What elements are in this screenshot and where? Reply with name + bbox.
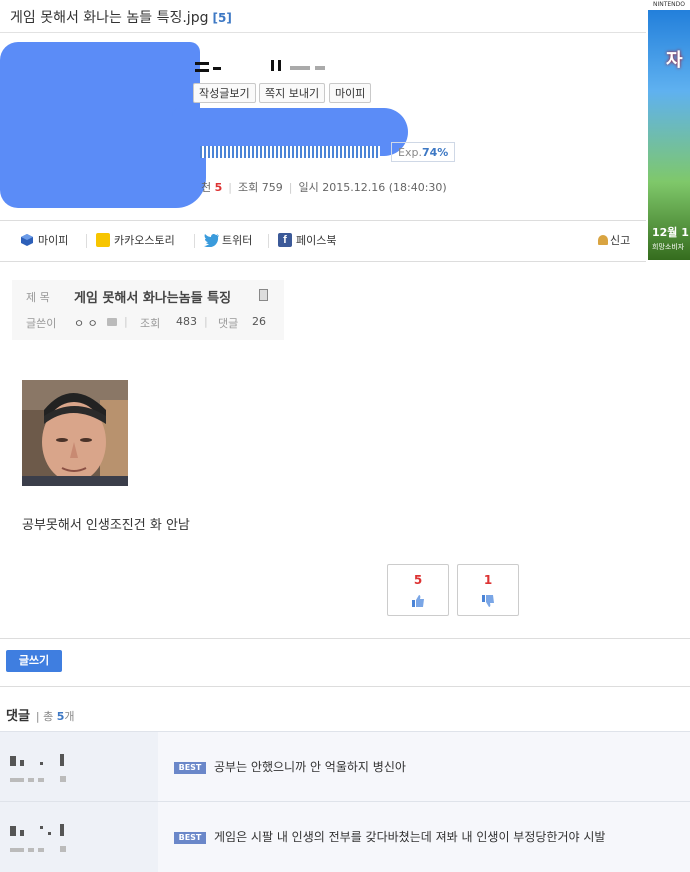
post-title: 게임 못해서 화나는 놈들 특징.jpg — [10, 10, 209, 26]
divider — [0, 638, 690, 639]
info-author-label: 글쓴이 — [26, 317, 57, 330]
ad-banner[interactable]: NINTENDO 자 12월 1 희망소비자 — [648, 0, 690, 260]
info-views-value: 483 — [176, 315, 197, 328]
facebook-icon: f — [278, 233, 292, 247]
masked-nickname — [315, 66, 325, 70]
masked-nickname — [278, 60, 281, 71]
comment-text: 게임은 시팔 내 인생의 전부를 갖다바쳤는데 져봐 내 인생이 부정당한거야 … — [214, 830, 606, 844]
share-divider — [268, 234, 269, 248]
document-icon — [259, 289, 268, 301]
send-message-button[interactable]: 쪽지 보내기 — [259, 83, 326, 103]
share-bar: 마이피 카카오스토리 트위터 f 페이스북 신고 — [0, 220, 646, 262]
kakaostory-icon — [96, 233, 110, 247]
comment-author[interactable] — [0, 802, 158, 872]
exp-progress-bar — [200, 146, 380, 158]
masked-nickname — [213, 67, 221, 70]
share-twitter[interactable]: 트위터 — [204, 232, 252, 248]
comment-body: BEST 게임은 시팔 내 인생의 전부를 갖다바쳤는데 져봐 내 인생이 부정… — [158, 802, 690, 872]
best-badge: BEST — [174, 762, 206, 774]
best-badge: BEST — [174, 832, 206, 844]
ad-sub: 희망소비자 — [652, 243, 685, 251]
downvote-count: 1 — [483, 573, 493, 587]
post-title-bar: 게임 못해서 화나는 놈들 특징.jpg [5] — [0, 0, 646, 33]
report-button[interactable]: 신고 — [598, 232, 630, 248]
upvote-count: 5 — [413, 573, 423, 587]
comment-author[interactable] — [0, 732, 158, 802]
masked-nickname — [290, 66, 310, 70]
comment-body: BEST 공부는 안했으니까 안 억울하지 병신아 — [158, 732, 690, 802]
post-info-box: 제 목 게임 못해서 화나는놈들 특징 글쓴이 ㅇ ㅇ | 조회 483 | 댓… — [12, 280, 284, 340]
info-divider: | — [204, 315, 208, 328]
divider — [0, 686, 690, 687]
comment-row: BEST 공부는 안했으니까 안 억울하지 병신아 — [0, 731, 690, 802]
info-comments-label: 댓글 — [218, 317, 239, 330]
ad-date: 12월 1 — [652, 226, 689, 239]
post-image — [22, 380, 128, 486]
info-title-value: 게임 못해서 화나는놈들 특징 — [74, 291, 232, 306]
masked-nickname — [271, 60, 274, 71]
info-title-label: 제 목 — [26, 291, 50, 304]
downvote-button[interactable]: 1 — [457, 564, 519, 616]
info-divider: | — [124, 315, 128, 328]
info-comments-value: 26 — [252, 315, 266, 328]
info-views-label: 조회 — [140, 317, 161, 330]
share-facebook[interactable]: f 페이스북 — [278, 232, 336, 248]
redaction-blob — [150, 140, 206, 208]
share-divider — [86, 234, 87, 248]
masked-nickname — [195, 69, 209, 72]
comment-row: BEST 게임은 시팔 내 인생의 전부를 갖다바쳤는데 져봐 내 인생이 부정… — [0, 801, 690, 872]
share-divider — [194, 234, 195, 248]
share-mypi[interactable]: 마이피 — [20, 232, 68, 248]
info-author-value[interactable]: ㅇ ㅇ — [74, 315, 98, 331]
bell-icon — [598, 235, 608, 245]
upvote-button[interactable]: 5 — [387, 564, 449, 616]
thumbs-up-icon — [411, 593, 425, 607]
masked-nickname — [195, 62, 209, 65]
title-comment-count[interactable]: [5] — [212, 11, 231, 25]
page-title: 게임 못해서 화나는 놈들 특징.jpg [5] — [10, 7, 232, 27]
comment-text: 공부는 안했으니까 안 억울하지 병신아 — [214, 760, 406, 774]
ad-brand: NINTENDO — [648, 0, 690, 10]
author-stats: 천 5 | 조회 759 | 일시 2015.12.16 (18:40:30) — [201, 181, 447, 194]
write-post-button[interactable]: 글쓰기 — [6, 650, 62, 672]
user-tag-icon — [107, 318, 117, 326]
mypi-cube-icon — [20, 233, 34, 247]
share-kakaostory[interactable]: 카카오스토리 — [96, 232, 175, 248]
ad-headline: 자 — [666, 50, 683, 71]
exp-percent: Exp.74% — [391, 142, 456, 162]
post-content-text: 공부못해서 인생조진건 화 안남 — [22, 518, 190, 533]
thumbs-down-icon — [481, 593, 495, 607]
view-posts-button[interactable]: 작성글보기 — [193, 83, 256, 103]
comments-header: 댓글 | 총 5개 — [6, 709, 75, 724]
mypi-button[interactable]: 마이피 — [329, 83, 372, 103]
twitter-bird-icon — [204, 233, 219, 248]
